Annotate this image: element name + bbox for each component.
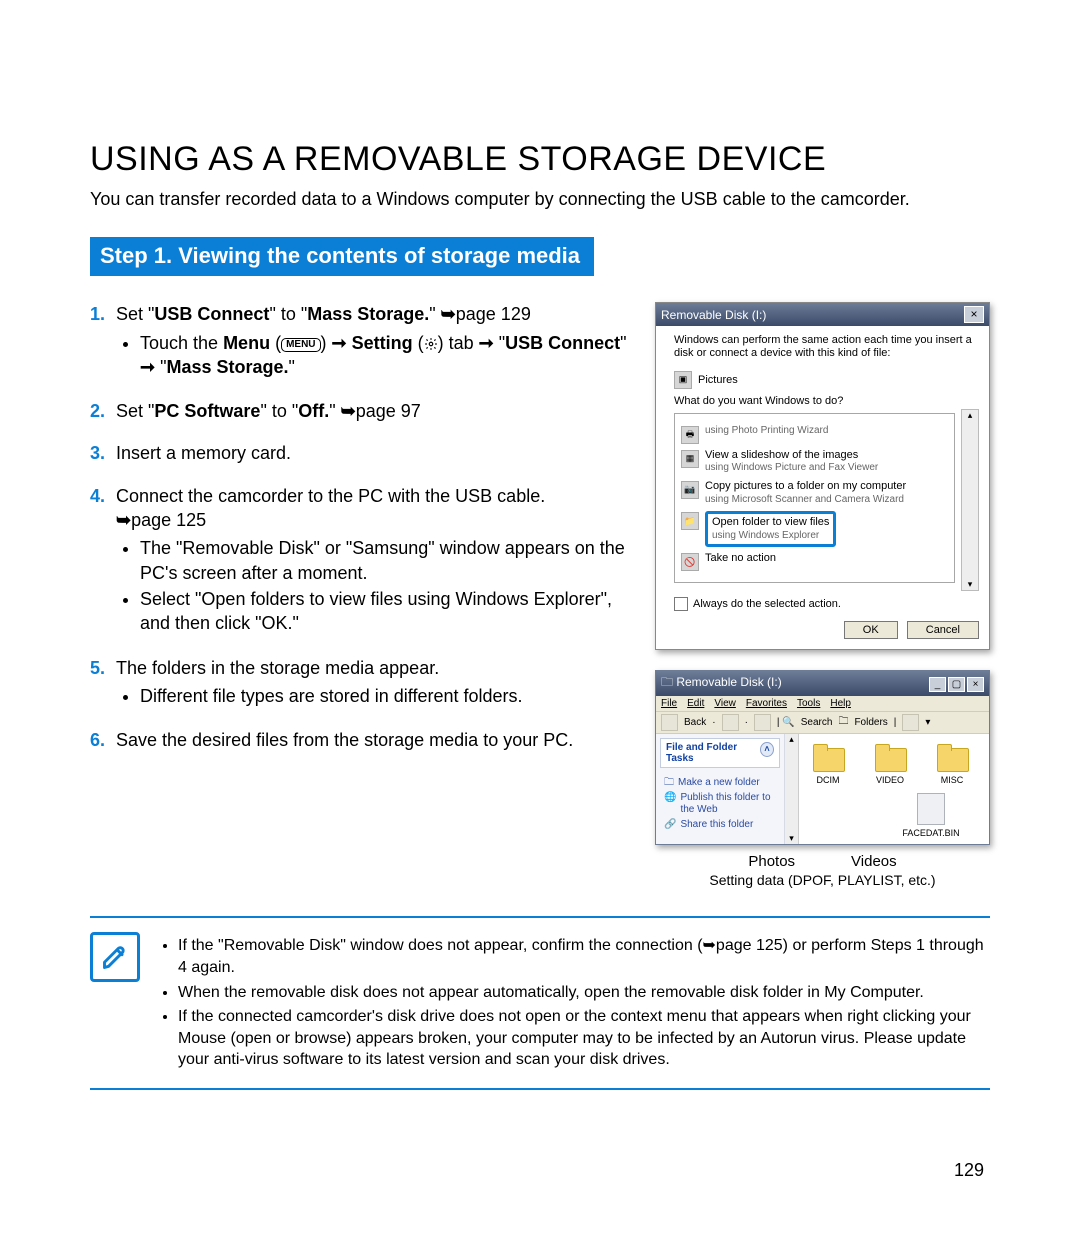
cancel-icon: 🚫 xyxy=(681,553,699,571)
note-item: If the connected camcorder's disk drive … xyxy=(178,1006,990,1071)
dialog-message: Windows can perform the same action each… xyxy=(674,334,979,360)
folder-icon: 📁 xyxy=(681,512,699,530)
note-item: When the removable disk does not appear … xyxy=(178,982,990,1004)
task-publish[interactable]: 🌐Publish this folder to the Web xyxy=(664,792,776,816)
facedat-file[interactable]: FACEDAT.BIN xyxy=(879,793,983,838)
back-icon[interactable] xyxy=(661,714,678,731)
action-list[interactable]: 🖶using Photo Printing Wizard ▦View a sli… xyxy=(674,413,955,584)
video-folder[interactable]: VIDEO xyxy=(873,744,907,785)
step-heading: Step 1. Viewing the contents of storage … xyxy=(90,237,594,276)
up-icon[interactable] xyxy=(754,714,771,731)
page-title: USING AS A REMOVABLE STORAGE DEVICE xyxy=(90,140,990,179)
slideshow-icon: ▦ xyxy=(681,450,699,468)
picture-icon: ▣ xyxy=(674,371,692,389)
dialog-title: Removable Disk (I:) xyxy=(661,308,766,322)
ok-button[interactable]: OK xyxy=(844,621,898,639)
gear-icon xyxy=(424,337,438,351)
folder-icon xyxy=(811,744,845,772)
folder-icon xyxy=(873,744,907,772)
task-new-folder[interactable]: 🗀Make a new folder xyxy=(664,777,776,789)
removable-disk-dialog: Removable Disk (I:) × Windows can perfor… xyxy=(655,302,990,650)
window-buttons[interactable]: _▢× xyxy=(927,676,984,692)
intro-text: You can transfer recorded data to a Wind… xyxy=(90,187,990,211)
dcim-folder[interactable]: DCIM xyxy=(811,744,845,785)
always-checkbox[interactable]: Always do the selected action. xyxy=(674,597,979,611)
explorer-sidebar: File and Folder Tasks˄ 🗀Make a new folde… xyxy=(656,734,785,844)
instructions-column: 1. Set "USB Connect" to "Mass Storage." … xyxy=(90,302,655,770)
setting-caption: Setting data (DPOF, PLAYLIST, etc.) xyxy=(655,872,990,888)
notes-rule-bottom xyxy=(90,1088,990,1090)
notes-rule-top xyxy=(90,916,990,918)
file-icon xyxy=(917,793,945,825)
folder-icon xyxy=(935,744,969,772)
misc-folder[interactable]: MISC xyxy=(935,744,969,785)
notes-section: If the "Removable Disk" window does not … xyxy=(90,932,990,1074)
step-6: 6.Save the desired files from the storag… xyxy=(90,728,643,752)
collapse-icon[interactable]: ˄ xyxy=(760,742,774,757)
cancel-button[interactable]: Cancel xyxy=(907,621,979,639)
scanner-icon: 📷 xyxy=(681,481,699,499)
note-item: If the "Removable Disk" window does not … xyxy=(178,935,990,978)
explorer-pane[interactable]: ▴▾ DCIM VIDEO MISC FACEDAT.BIN xyxy=(785,734,989,844)
pane-scrollbar[interactable]: ▴▾ xyxy=(785,734,799,844)
dialog-scrollbar[interactable]: ▴▾ xyxy=(961,409,979,592)
step-3: 3.Insert a memory card. xyxy=(90,441,643,465)
step-1: 1. Set "USB Connect" to "Mass Storage." … xyxy=(90,302,643,381)
explorer-title: Removable Disk (I:) xyxy=(676,675,781,689)
printer-icon: 🖶 xyxy=(681,426,699,444)
highlighted-option: Open folder to view filesusing Windows E… xyxy=(705,511,836,547)
screenshots-column: Removable Disk (I:) × Windows can perfor… xyxy=(655,302,990,888)
explorer-menubar[interactable]: FileEditViewFavoritesToolsHelp xyxy=(656,696,989,712)
explorer-toolbar[interactable]: Back · · | 🔍 Search 🗀 Folders | ▾ xyxy=(656,712,989,734)
note-icon xyxy=(90,932,140,982)
forward-icon[interactable] xyxy=(722,714,739,731)
menu-icon: MENU xyxy=(281,338,320,352)
close-icon[interactable]: × xyxy=(964,306,984,323)
task-share[interactable]: 🔗Share this folder xyxy=(664,819,776,831)
page-number: 129 xyxy=(954,1160,984,1181)
step-4: 4. Connect the camcorder to the PC with … xyxy=(90,484,643,638)
step-2: 2. Set "PC Software" to "Off." ➥page 97 xyxy=(90,399,643,423)
folder-caption: PhotosVideos xyxy=(655,853,990,870)
views-icon[interactable] xyxy=(902,714,919,731)
step-5: 5. The folders in the storage media appe… xyxy=(90,656,643,711)
explorer-window: 🗀 Removable Disk (I:) _▢× FileEditViewFa… xyxy=(655,670,990,845)
